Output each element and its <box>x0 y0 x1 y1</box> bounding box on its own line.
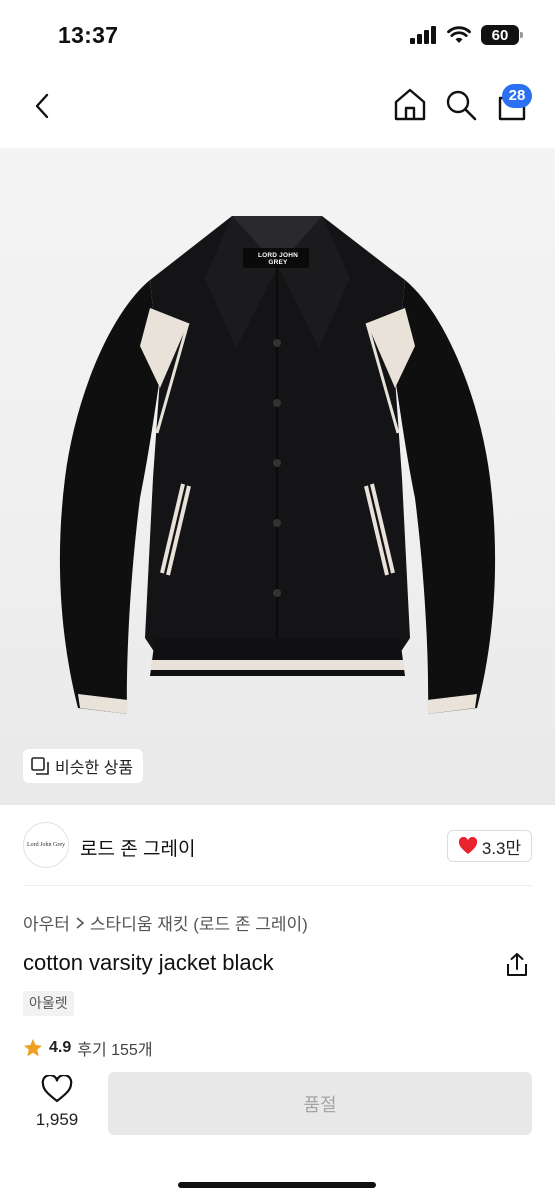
status-icons: 60 <box>410 25 523 45</box>
brand-like-button[interactable]: 3.3만 <box>447 830 532 862</box>
breadcrumb: 아우터 스타디움 재킷 (로드 존 그레이) <box>23 910 308 935</box>
product-title: cotton varsity jacket black <box>23 950 274 975</box>
bottom-action-bar: 1,959 품절 <box>0 1057 555 1200</box>
outlet-tag: 아울렛 <box>23 991 74 1016</box>
star-icon <box>24 1039 42 1057</box>
heart-outline-icon <box>41 1073 73 1103</box>
cart-count-badge: 28 <box>502 84 532 108</box>
wifi-icon <box>447 26 471 43</box>
brand-logo-text: Lord John Grey <box>27 842 65 848</box>
brand-row[interactable]: Lord John Grey 로드 존 그레이 3.3만 <box>0 822 555 870</box>
cellular-signal-icon <box>410 26 436 44</box>
search-icon <box>446 90 477 121</box>
share-icon <box>507 953 527 976</box>
review-count[interactable]: 후기 155개 <box>77 1038 152 1058</box>
divider <box>23 885 532 886</box>
status-bar: 13:37 60 <box>0 0 555 62</box>
breadcrumb-subcategory[interactable]: 스타디움 재킷 (로드 존 그레이) <box>90 910 308 935</box>
sold-out-label: 품절 <box>303 1094 337 1115</box>
brand-name[interactable]: 로드 존 그레이 <box>80 834 195 861</box>
home-button[interactable] <box>392 86 428 124</box>
home-indicator <box>178 1182 376 1188</box>
similar-products-label: 비슷한 상품 <box>55 760 134 777</box>
heart-filled-icon <box>458 837 477 854</box>
brand-logo[interactable]: Lord John Grey <box>23 822 69 868</box>
breadcrumb-category[interactable]: 아우터 <box>23 910 70 935</box>
rating-row[interactable]: 4.9 후기 155개 <box>23 1038 153 1058</box>
wishlist-button[interactable]: 1,959 <box>24 1073 90 1130</box>
brand-like-count: 3.3만 <box>481 838 522 858</box>
product-image[interactable]: LORD JOHN GREY <box>0 148 555 805</box>
jacket-image <box>59 216 496 714</box>
battery-icon: 60 <box>481 25 523 45</box>
home-icon <box>394 88 426 121</box>
jacket-label: LORD JOHN GREY <box>257 252 299 266</box>
copy-icon <box>31 757 49 775</box>
rating-score: 4.9 <box>49 1039 72 1056</box>
status-time: 13:37 <box>58 22 119 48</box>
search-button[interactable] <box>443 86 479 124</box>
share-button[interactable] <box>505 952 529 978</box>
wishlist-count: 1,959 <box>35 1110 79 1129</box>
nav-bar <box>0 62 555 148</box>
chevron-right-icon <box>76 916 85 929</box>
chevron-left-icon <box>35 93 49 119</box>
similar-products-button[interactable]: 비슷한 상품 <box>23 749 144 783</box>
sold-out-button[interactable]: 품절 <box>108 1072 532 1135</box>
back-button[interactable] <box>22 86 62 126</box>
